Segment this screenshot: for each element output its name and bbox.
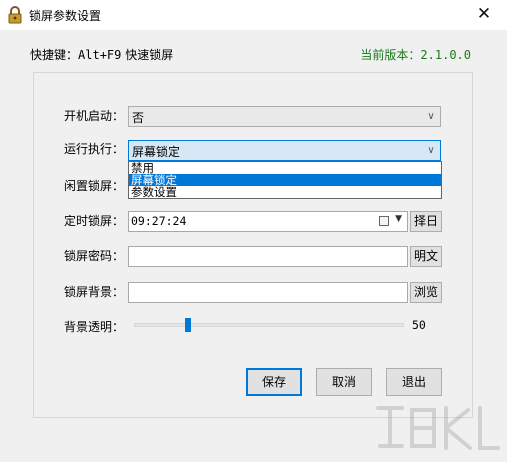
padlock-icon <box>8 6 22 24</box>
password-label: 锁屏密码： <box>64 249 125 263</box>
hotkey-keys: Alt+F9 <box>78 48 122 62</box>
hotkey-description: 快速锁屏 <box>121 48 174 62</box>
run-action-label: 运行执行： <box>64 142 125 156</box>
timed-lock-time-picker[interactable]: 09:27:24 ▼ <box>128 211 408 232</box>
cancel-button[interactable]: 取消 <box>316 368 372 396</box>
calendar-icon[interactable] <box>379 216 389 226</box>
run-action-select[interactable]: 屏幕锁定 ∨ <box>128 140 441 161</box>
opacity-slider-track[interactable] <box>134 323 404 327</box>
autostart-label: 开机启动： <box>64 109 125 123</box>
window-title: 锁屏参数设置 <box>29 9 102 23</box>
idle-lock-label: 闲置锁屏： <box>64 179 125 193</box>
version-info: 当前版本：2.1.0.0 <box>360 46 471 63</box>
opacity-label: 背景透明： <box>64 320 125 334</box>
password-input[interactable] <box>128 246 408 267</box>
run-action-dropdown: 禁用 屏幕锁定 参数设置 <box>128 161 442 199</box>
hotkey-label: 快捷键： <box>30 48 79 62</box>
chevron-down-icon: ∨ <box>427 145 435 156</box>
timed-lock-label: 定时锁屏： <box>64 214 125 228</box>
show-plaintext-button[interactable]: 明文 <box>410 246 442 267</box>
hotkey-info: 快捷键：Alt+F9 快速锁屏 <box>30 46 173 63</box>
timed-lock-time: 09:27:24 <box>131 214 187 228</box>
close-button[interactable]: ✕ <box>461 0 507 30</box>
opacity-slider-thumb[interactable] <box>185 318 191 332</box>
browse-button[interactable]: 浏览 <box>410 282 442 303</box>
background-label: 锁屏背景： <box>64 285 125 299</box>
title-bar: 锁屏参数设置 ✕ <box>0 0 507 30</box>
version-value: 2.1.0.0 <box>420 48 471 62</box>
watermark-graphic <box>376 406 500 450</box>
close-icon: ✕ <box>476 4 492 24</box>
save-button[interactable]: 保存 <box>246 368 302 396</box>
opacity-value: 50 <box>412 318 426 332</box>
autostart-select[interactable]: 否 ∨ <box>128 106 441 127</box>
select-date-button[interactable]: 择日 <box>410 211 442 232</box>
dropdown-option-settings[interactable]: 参数设置 <box>129 186 441 198</box>
chevron-down-icon: ∨ <box>427 111 435 122</box>
exit-button[interactable]: 退出 <box>386 368 442 396</box>
run-action-value: 屏幕锁定 <box>132 145 181 159</box>
autostart-value: 否 <box>132 111 145 125</box>
background-path-input[interactable] <box>128 282 408 303</box>
chevron-down-icon[interactable]: ▼ <box>395 214 402 224</box>
version-label: 当前版本： <box>360 48 421 62</box>
